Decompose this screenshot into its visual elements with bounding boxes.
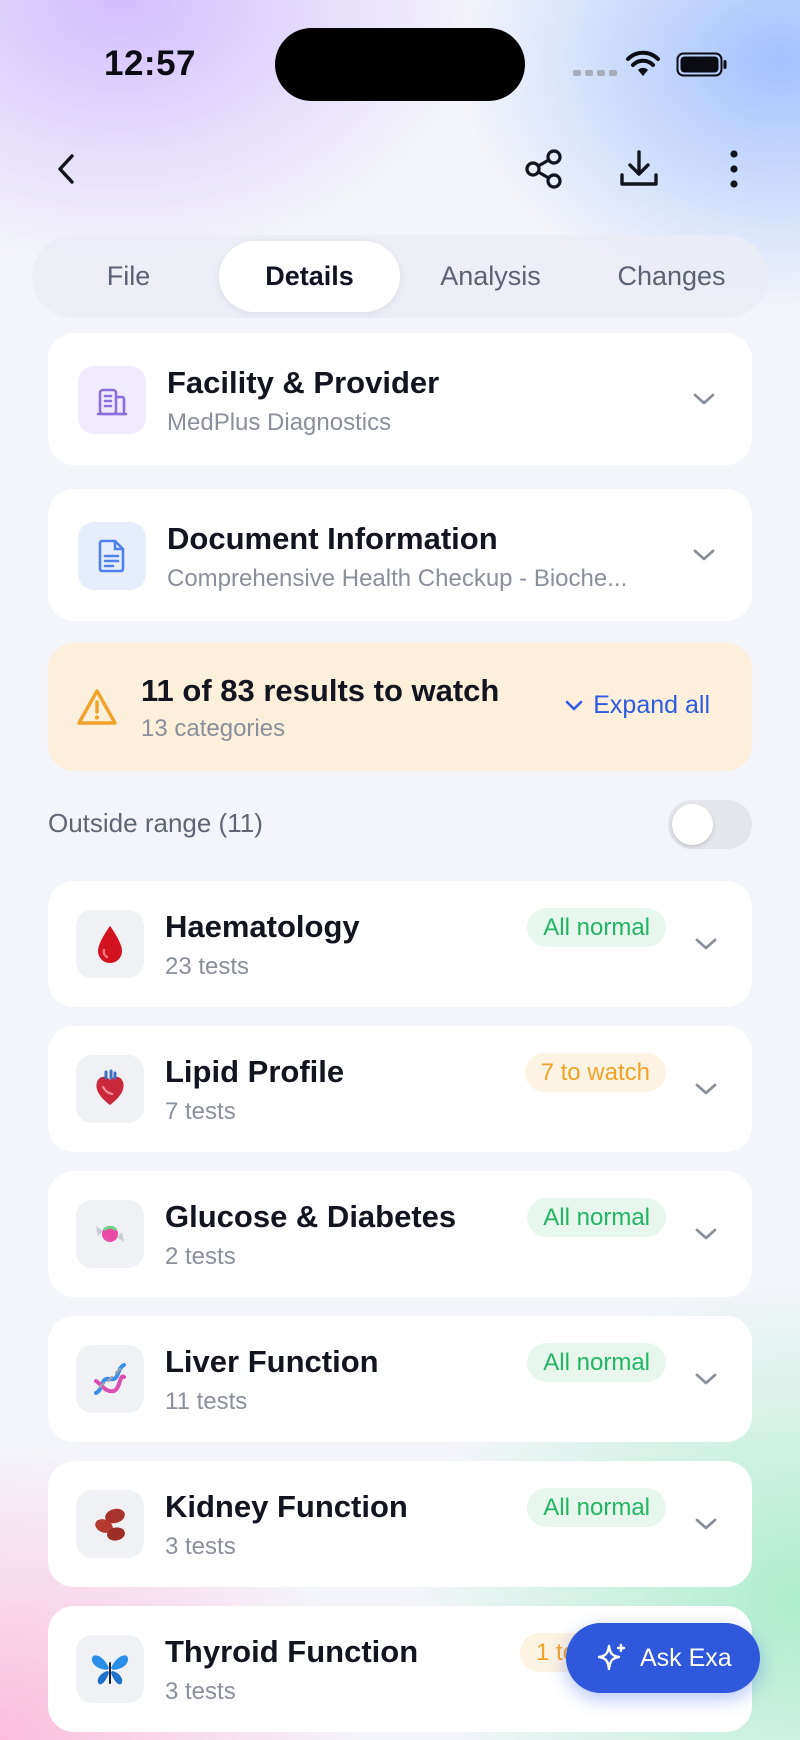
category-card-glucose-diabetes[interactable]: Glucose & Diabetes 2 tests All normal xyxy=(48,1171,752,1297)
category-count: 11 tests xyxy=(165,1388,248,1415)
category-card-lipid-profile[interactable]: Lipid Profile 7 tests 7 to watch xyxy=(48,1026,752,1152)
status-badge: All normal xyxy=(527,1198,666,1237)
download-icon xyxy=(620,150,658,186)
category-card-liver-function[interactable]: Liver Function 11 tests All normal xyxy=(48,1316,752,1442)
back-button[interactable] xyxy=(38,141,94,197)
expand-all-label: Expand all xyxy=(593,691,710,719)
share-button[interactable] xyxy=(516,141,572,197)
document-card[interactable]: Document Information Comprehensive Healt… xyxy=(48,489,752,621)
sparkle-icon xyxy=(597,1643,626,1671)
butterfly-icon xyxy=(76,1635,144,1703)
dna-icon xyxy=(76,1345,144,1413)
heart-icon xyxy=(76,1055,144,1123)
battery-icon xyxy=(676,52,727,77)
category-count: 3 tests xyxy=(165,1678,236,1705)
toggle-knob xyxy=(672,804,713,845)
outside-range-label: Outside range (11) xyxy=(48,808,263,838)
status-time: 12:57 xyxy=(104,44,197,83)
category-count: 2 tests xyxy=(165,1243,236,1270)
document-subtitle: Comprehensive Health Checkup - Bioche... xyxy=(167,565,628,592)
category-count: 23 tests xyxy=(165,953,250,980)
status-badge: All normal xyxy=(527,1488,666,1527)
chevron-down-icon xyxy=(691,1364,721,1394)
facility-subtitle: MedPlus Diagnostics xyxy=(167,409,392,436)
chevron-left-icon xyxy=(58,154,74,184)
tab-file[interactable]: File xyxy=(38,241,219,312)
tab-changes[interactable]: Changes xyxy=(581,241,762,312)
document-title: Document Information xyxy=(167,521,498,556)
wifi-icon xyxy=(626,50,660,76)
candy-icon xyxy=(76,1200,144,1268)
more-button[interactable] xyxy=(706,141,762,197)
tab-details[interactable]: Details xyxy=(219,241,400,312)
status-badge: All normal xyxy=(527,1343,666,1382)
category-card-kidney-function[interactable]: Kidney Function 3 tests All normal xyxy=(48,1461,752,1587)
ask-exa-button[interactable]: Ask Exa xyxy=(566,1623,760,1693)
chevron-down-icon xyxy=(689,384,719,414)
warning-icon xyxy=(77,689,117,725)
chevron-down-icon xyxy=(691,1074,721,1104)
watch-title: 11 of 83 results to watch xyxy=(141,673,500,708)
category-name: Thyroid Function xyxy=(165,1634,419,1669)
document-icon xyxy=(78,522,146,590)
download-button[interactable] xyxy=(611,141,667,197)
watch-subtitle: 13 categories xyxy=(141,715,286,742)
status-badge: All normal xyxy=(527,908,666,947)
outside-range-toggle[interactable] xyxy=(668,800,752,849)
category-name: Haematology xyxy=(165,909,360,944)
status-badge: 7 to watch xyxy=(524,1053,666,1092)
blood-drop-icon xyxy=(76,910,144,978)
status-bar: 12:57 xyxy=(0,0,800,130)
beans-icon xyxy=(76,1490,144,1558)
share-icon xyxy=(525,149,562,189)
facility-title: Facility & Provider xyxy=(167,365,440,400)
category-name: Glucose & Diabetes xyxy=(165,1199,457,1234)
category-count: 3 tests xyxy=(165,1533,236,1560)
category-name: Lipid Profile xyxy=(165,1054,345,1089)
segmented-tabs: File Details Analysis Changes xyxy=(32,235,768,318)
category-name: Kidney Function xyxy=(165,1489,408,1524)
chevron-down-icon xyxy=(565,700,583,710)
ask-exa-label: Ask Exa xyxy=(640,1643,732,1672)
chevron-down-icon xyxy=(691,1219,721,1249)
expand-all-button[interactable]: Expand all xyxy=(565,691,710,720)
chevron-down-icon xyxy=(689,540,719,570)
category-name: Liver Function xyxy=(165,1344,379,1379)
category-count: 7 tests xyxy=(165,1098,236,1125)
watch-banner: 11 of 83 results to watch 13 categories … xyxy=(48,643,752,771)
more-vertical-icon xyxy=(730,150,738,188)
category-card-haematology[interactable]: Haematology 23 tests All normal xyxy=(48,881,752,1007)
chevron-down-icon xyxy=(691,1509,721,1539)
tab-analysis[interactable]: Analysis xyxy=(400,241,581,312)
signal-icon xyxy=(573,70,617,76)
dynamic-island xyxy=(275,28,525,101)
building-icon xyxy=(78,366,146,434)
chevron-down-icon xyxy=(691,929,721,959)
facility-card[interactable]: Facility & Provider MedPlus Diagnostics xyxy=(48,333,752,465)
